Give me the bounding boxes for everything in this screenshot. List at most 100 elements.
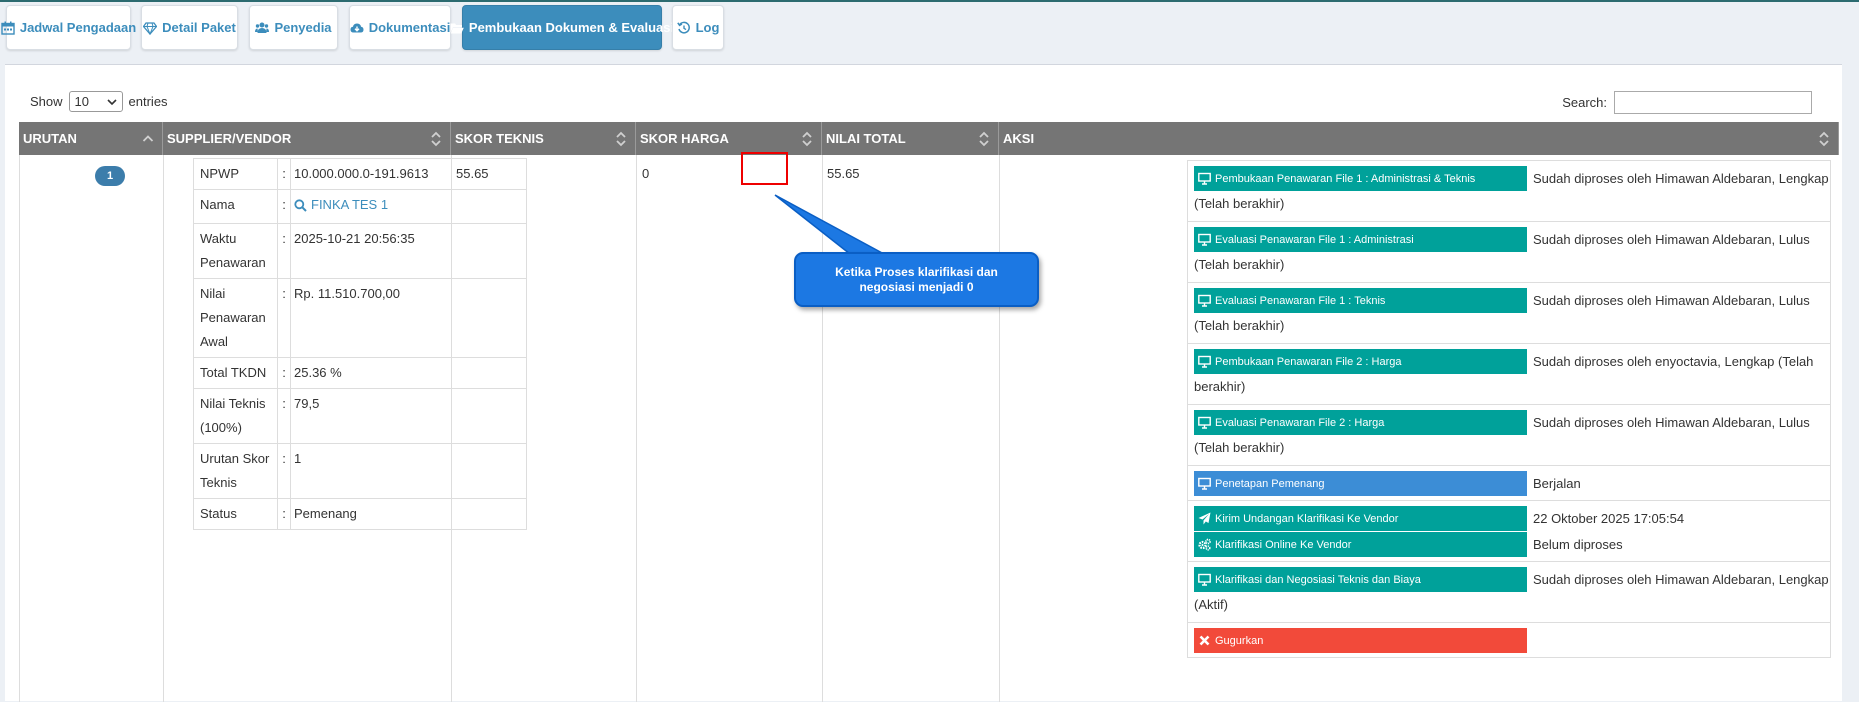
info-key: Urutan Skor Teknis xyxy=(194,443,278,498)
gugurkan-button[interactable]: Gugurkan xyxy=(1194,628,1527,653)
monitor-icon xyxy=(1198,355,1211,368)
info-key: Nama xyxy=(194,190,278,223)
header-aksi[interactable]: AKSI xyxy=(999,122,1839,155)
aksi-status: Berjalan xyxy=(1533,476,1581,491)
entries-label: entries xyxy=(128,94,168,109)
button-label: Klarifikasi dan Negosiasi Teknis dan Bia… xyxy=(1215,573,1421,586)
aksi-item: Kirim Undangan Klarifikasi Ke Vendor 22 … xyxy=(1188,501,1830,562)
aksi-item: Evaluasi Penawaran File 1 : Administrasi… xyxy=(1188,222,1830,283)
aksi-item: Pembukaan Penawaran File 2 : Harga Sudah… xyxy=(1188,344,1830,405)
button-label: Kirim Undangan Klarifikasi Ke Vendor xyxy=(1215,512,1399,525)
show-entries-control: Show 10 entries xyxy=(30,91,168,112)
chevron-down-icon xyxy=(106,98,117,105)
tab-penyedia[interactable]: Penyedia xyxy=(249,5,338,50)
aksi-status-cont: (Telah berakhir) xyxy=(1194,318,1285,333)
tab-jadwal-pengadaan[interactable]: Jadwal Pengadaan xyxy=(1,5,136,50)
tab-detail-paket[interactable]: Detail Paket xyxy=(141,5,238,50)
evaluasi-file2-harga-button[interactable]: Evaluasi Penawaran File 2 : Harga xyxy=(1194,410,1527,435)
tab-log[interactable]: Log xyxy=(672,5,724,50)
sort-icon xyxy=(616,131,626,147)
search-icon xyxy=(294,198,307,212)
button-label: Evaluasi Penawaran File 2 : Harga xyxy=(1215,416,1385,429)
header-urutan[interactable]: URUTAN xyxy=(19,122,163,155)
evaluasi-file1-teknis-button[interactable]: Evaluasi Penawaran File 1 : Teknis xyxy=(1194,288,1527,313)
info-row-total-tkdn: Total TKDN : 25.36 % xyxy=(194,357,526,389)
info-value: Rp. 11.510.700,00 xyxy=(290,278,526,357)
vendor-name-link[interactable]: FINKA TES 1 xyxy=(294,193,388,217)
header-supplier-vendor[interactable]: SUPPLIER/VENDOR xyxy=(163,122,451,155)
info-key: Total TKDN xyxy=(194,357,278,388)
info-value: 25.36 % xyxy=(290,357,526,388)
skor-harga-highlight xyxy=(741,152,788,185)
info-key: Nilai Teknis (100%) xyxy=(194,388,278,443)
button-label: Pembukaan Penawaran File 2 : Harga xyxy=(1215,355,1402,368)
entries-value: 10 xyxy=(74,94,89,109)
monitor-icon xyxy=(1198,573,1211,586)
monitor-icon xyxy=(1198,416,1211,429)
kirim-undangan-klarifikasi-button[interactable]: Kirim Undangan Klarifikasi Ke Vendor xyxy=(1194,506,1527,531)
cloud-download-icon xyxy=(350,23,364,32)
aksi-status: Sudah diproses oleh Himawan Aldebaran, L… xyxy=(1533,232,1810,247)
pembukaan-file2-harga-button[interactable]: Pembukaan Penawaran File 2 : Harga xyxy=(1194,349,1527,374)
folder-open-icon xyxy=(450,23,464,33)
sort-icon xyxy=(431,131,441,147)
vendor-name: FINKA TES 1 xyxy=(311,197,389,212)
annotation-callout: Ketika Proses klarifikasi dan negosiasi … xyxy=(794,252,1039,307)
button-label: Pembukaan Penawaran File 1 : Administras… xyxy=(1215,172,1476,185)
header-nilai-total[interactable]: NILAI TOTAL xyxy=(822,122,999,155)
button-label: Klarifikasi Online Ke Vendor xyxy=(1215,538,1352,551)
paper-plane-icon xyxy=(1198,512,1211,525)
urutan-badge: 1 xyxy=(95,166,125,186)
pembukaan-file1-button[interactable]: Pembukaan Penawaran File 1 : Administras… xyxy=(1194,166,1527,191)
calendar-icon xyxy=(1,21,15,35)
sort-asc-icon xyxy=(142,135,154,142)
info-value: 1 xyxy=(290,443,526,498)
sort-icon xyxy=(1819,131,1829,147)
top-accent-line xyxy=(0,0,1859,2)
sort-icon xyxy=(802,131,812,147)
aksi-item: Penetapan Pemenang Berjalan xyxy=(1188,466,1830,501)
info-row-nilai-penawaran-awal: Nilai Penawaran Awal : Rp. 11.510.700,00 xyxy=(194,278,526,358)
header-label: AKSI xyxy=(1003,131,1035,146)
info-key: NPWP xyxy=(194,159,278,189)
users-icon xyxy=(255,22,270,33)
entries-select[interactable]: 10 xyxy=(68,91,123,112)
aksi-status: Belum diproses xyxy=(1533,537,1623,552)
monitor-icon xyxy=(1198,477,1211,490)
klarifikasi-negosiasi-button[interactable]: Klarifikasi dan Negosiasi Teknis dan Bia… xyxy=(1194,567,1527,592)
monitor-icon xyxy=(1198,294,1211,307)
aksi-status-cont: berakhir) xyxy=(1194,379,1246,394)
klarifikasi-online-button[interactable]: Klarifikasi Online Ke Vendor xyxy=(1194,532,1527,557)
search-control: Search: xyxy=(1562,91,1812,114)
header-label: SKOR HARGA xyxy=(640,131,729,146)
aksi-status-cont: (Aktif) xyxy=(1194,597,1228,612)
button-label: Evaluasi Penawaran File 1 : Teknis xyxy=(1215,294,1386,307)
vendor-info-table: NPWP : 10.000.000.0-191.9613 Nama : FINK… xyxy=(193,158,527,530)
info-value: Pemenang xyxy=(290,498,526,529)
penetapan-pemenang-button[interactable]: Penetapan Pemenang xyxy=(1194,471,1527,496)
header-skor-harga[interactable]: SKOR HARGA xyxy=(636,122,822,155)
history-icon xyxy=(676,21,690,34)
tab-dokumentasi[interactable]: Dokumentasi xyxy=(349,5,451,50)
info-row-waktu-penawaran: Waktu Penawaran : 2025-10-21 20:56:35 xyxy=(194,223,526,279)
search-input[interactable] xyxy=(1614,91,1812,114)
aksi-item: Evaluasi Penawaran File 2 : Harga Sudah … xyxy=(1188,405,1830,466)
aksi-status: Sudah diproses oleh Himawan Aldebaran, L… xyxy=(1533,293,1810,308)
aksi-item: Evaluasi Penawaran File 1 : Teknis Sudah… xyxy=(1188,283,1830,344)
button-label: Penetapan Pemenang xyxy=(1215,477,1325,490)
aksi-status-cont: (Telah berakhir) xyxy=(1194,440,1285,455)
aksi-item: Klarifikasi dan Negosiasi Teknis dan Bia… xyxy=(1188,562,1830,623)
monitor-icon xyxy=(1198,172,1211,185)
aksi-list: Pembukaan Penawaran File 1 : Administras… xyxy=(1187,160,1831,658)
column-divider xyxy=(999,155,1000,702)
tab-label: Jadwal Pengadaan xyxy=(19,20,137,35)
info-row-nama: Nama : FINKA TES 1 xyxy=(194,190,526,224)
tab-label: Pembukaan Dokumen & Evaluasi xyxy=(468,20,675,35)
button-label: Gugurkan xyxy=(1215,634,1264,647)
tab-pembukaan-dokumen-evaluasi[interactable]: Pembukaan Dokumen & Evaluasi xyxy=(450,5,674,50)
header-skor-teknis[interactable]: SKOR TEKNIS xyxy=(451,122,636,155)
nilai-total-value: 55.65 xyxy=(827,166,860,181)
evaluasi-file1-administrasi-button[interactable]: Evaluasi Penawaran File 1 : Administrasi xyxy=(1194,227,1527,252)
column-divider xyxy=(19,155,20,702)
tab-label: Detail Paket xyxy=(162,20,236,35)
